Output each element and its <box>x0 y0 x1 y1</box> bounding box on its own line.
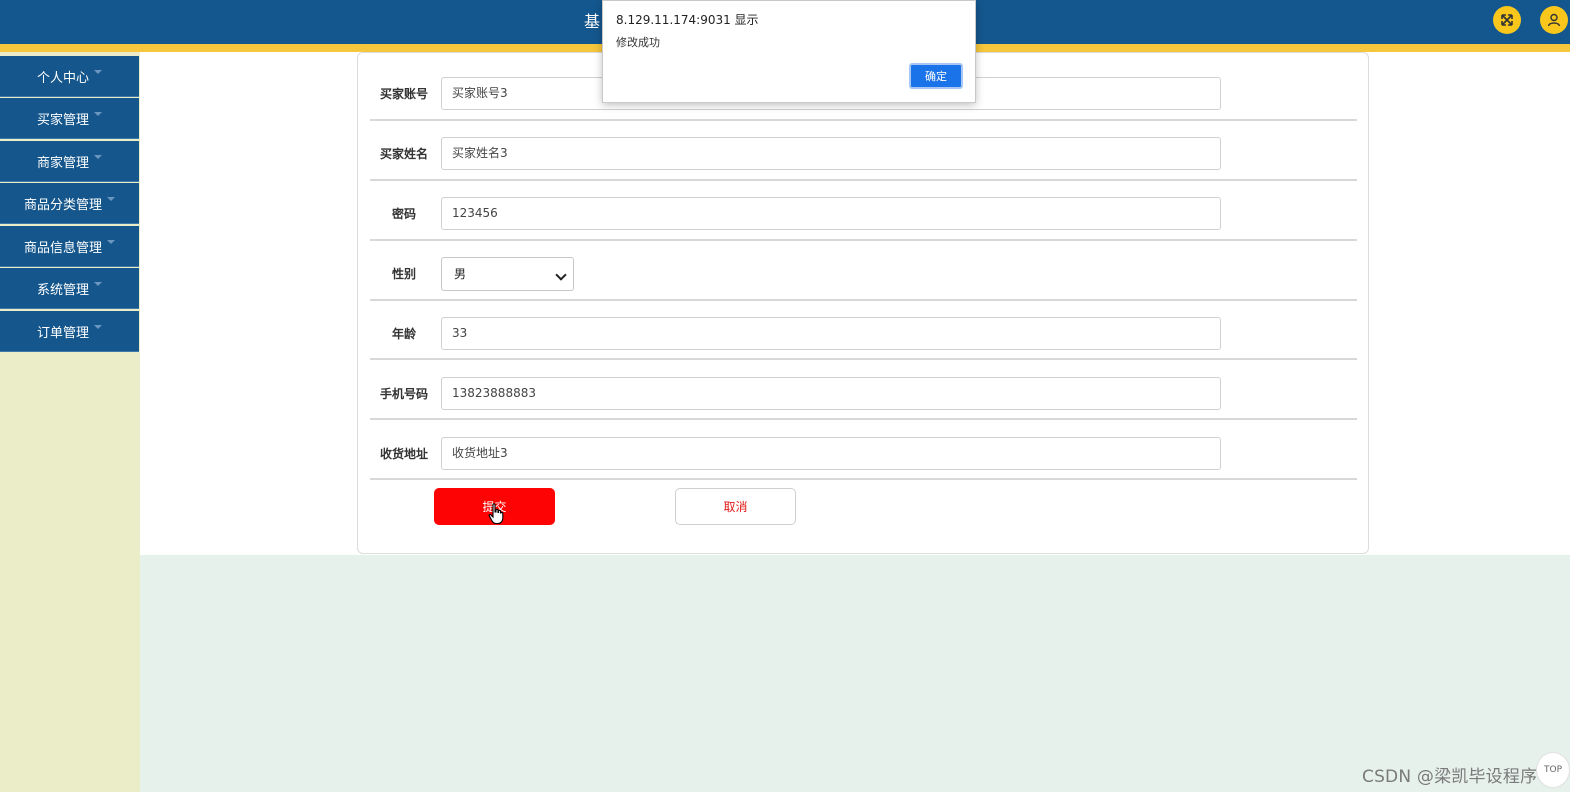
age-label: 年龄 <box>391 327 416 341</box>
sidebar-item-system-management[interactable]: 系统管理 <box>0 268 139 309</box>
fullscreen-icon <box>1501 14 1513 26</box>
sidebar-item-product-management[interactable]: 商品信息管理 <box>0 226 139 267</box>
caret-down-icon <box>94 112 102 116</box>
buyer-account-label: 买家账号 <box>379 87 428 101</box>
caret-down-icon <box>94 325 102 329</box>
address-label: 收货地址 <box>379 447 428 461</box>
alert-dialog: 8.129.11.174:9031 显示 修改成功 确定 <box>602 0 976 103</box>
row-divider <box>370 179 1357 181</box>
caret-down-icon <box>94 282 102 286</box>
user-button[interactable] <box>1540 6 1568 34</box>
row-divider <box>370 299 1357 301</box>
cancel-button[interactable]: 取消 <box>675 488 796 525</box>
hand-cursor-icon <box>488 503 504 525</box>
row-divider <box>370 358 1357 360</box>
sidebar-item-order-management[interactable]: 订单管理 <box>0 311 139 352</box>
phone-input[interactable]: 13823888883 <box>441 377 1221 410</box>
phone-label: 手机号码 <box>379 387 428 401</box>
buyer-name-label: 买家姓名 <box>379 147 428 161</box>
sidebar-item-personal-center[interactable]: 个人中心 <box>0 56 139 97</box>
buyer-name-input[interactable]: 买家姓名3 <box>441 137 1221 170</box>
sidebar-item-category-management[interactable]: 商品分类管理 <box>0 183 139 224</box>
gender-label: 性别 <box>391 267 416 281</box>
app-title: 基 <box>584 12 601 31</box>
caret-down-icon <box>94 155 102 159</box>
row-divider <box>370 478 1357 480</box>
password-input[interactable]: 123456 <box>441 197 1221 230</box>
caret-down-icon <box>107 240 115 244</box>
watermark: CSDN @梁凯毕设程序 <box>1362 767 1538 787</box>
sidebar-item-label: 商品分类管理 <box>23 197 102 213</box>
caret-down-icon <box>94 70 102 74</box>
sidebar-item-label: 买家管理 <box>36 112 89 128</box>
dialog-message: 修改成功 <box>616 36 660 49</box>
sidebar-item-label: 系统管理 <box>36 282 89 298</box>
dialog-title: 8.129.11.174:9031 显示 <box>616 13 759 27</box>
gender-select[interactable]: 男 <box>441 257 574 291</box>
dialog-ok-button[interactable]: 确定 <box>909 63 963 89</box>
gender-select-value: 男 <box>454 267 467 281</box>
row-divider <box>370 119 1357 121</box>
row-divider <box>370 418 1357 420</box>
caret-down-icon <box>107 197 115 201</box>
sidebar-item-buyer-management[interactable]: 买家管理 <box>0 98 139 139</box>
sidebar-item-label: 订单管理 <box>36 325 89 341</box>
sidebar-item-label: 商品信息管理 <box>23 240 102 256</box>
sidebar-item-label: 个人中心 <box>36 70 89 86</box>
back-to-top-button[interactable]: TOP <box>1536 752 1570 788</box>
fullscreen-button[interactable] <box>1493 6 1521 34</box>
chevron-down-icon <box>555 269 567 281</box>
password-label: 密码 <box>391 207 416 221</box>
user-icon <box>1547 13 1561 27</box>
row-divider <box>370 239 1357 241</box>
age-input[interactable]: 33 <box>441 317 1221 350</box>
address-input[interactable]: 收货地址3 <box>441 437 1221 470</box>
sidebar-item-label: 商家管理 <box>36 155 89 171</box>
sidebar: 个人中心 买家管理 商家管理 商品分类管理 商品信息管理 系统管理 订单管理 <box>0 52 140 792</box>
sidebar-item-merchant-management[interactable]: 商家管理 <box>0 141 139 182</box>
